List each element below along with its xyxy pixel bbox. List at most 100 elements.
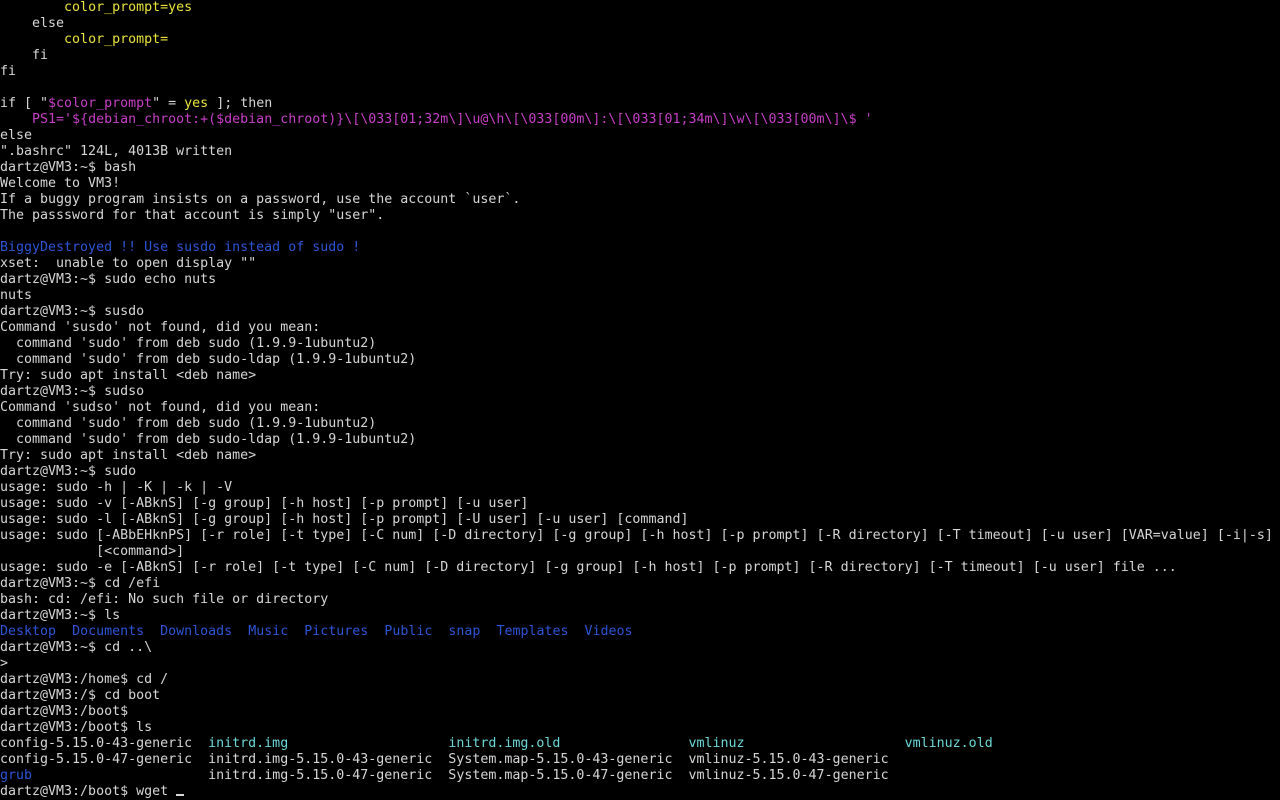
- terminal-line: Try: sudo apt install <deb name>: [0, 448, 1280, 464]
- terminal-line: dartz@VM3:~$ sudso: [0, 384, 1280, 400]
- terminal-text: Pictures: [304, 624, 369, 639]
- terminal-text: ".bashrc" 124L, 4013B written: [0, 144, 233, 159]
- terminal-text: usage: sudo -v [-ABknS] [-g group] [-h h…: [0, 496, 529, 511]
- terminal-text: nuts: [0, 288, 33, 303]
- terminal-text: Public: [384, 624, 433, 639]
- terminal-line: command 'sudo' from deb sudo (1.9.9-1ubu…: [0, 416, 1280, 432]
- terminal-line: usage: sudo -l [-ABknS] [-g group] [-h h…: [0, 512, 1280, 528]
- terminal-text: $color_prompt: [48, 96, 153, 111]
- terminal-text: Welcome to VM3!: [0, 176, 121, 191]
- terminal-text: dartz@VM3:/boot$: [0, 704, 129, 719]
- terminal-text: If a buggy program insists on a password…: [0, 192, 521, 207]
- terminal-text: dartz@VM3:~$ bash: [0, 160, 137, 175]
- terminal-line: dartz@VM3:~$ cd /efi: [0, 576, 1280, 592]
- terminal-text: >: [0, 656, 9, 671]
- terminal-line: bash: cd: /efi: No such file or director…: [0, 592, 1280, 608]
- terminal-line: dartz@VM3:~$ sudo echo nuts: [0, 272, 1280, 288]
- terminal-text: ]; then: [208, 96, 273, 111]
- terminal-text: Downloads: [160, 624, 233, 639]
- terminal-text: dartz@VM3:~$ ls: [0, 608, 121, 623]
- terminal-line: else: [0, 16, 1280, 32]
- terminal-text: dartz@VM3:/$ cd boot: [0, 688, 161, 703]
- terminal-line: command 'sudo' from deb sudo (1.9.9-1ubu…: [0, 336, 1280, 352]
- terminal-text: dartz@VM3:~$ susdo: [0, 304, 145, 319]
- terminal-line: Try: sudo apt install <deb name>: [0, 368, 1280, 384]
- terminal-text: command 'sudo' from deb sudo-ldap (1.9.9…: [0, 432, 417, 447]
- terminal-text: dartz@VM3:~$ cd ..\: [0, 640, 153, 655]
- terminal-text: command 'sudo' from deb sudo (1.9.9-1ubu…: [0, 416, 377, 431]
- terminal-line: color_prompt=: [0, 32, 1280, 48]
- terminal-line: command 'sudo' from deb sudo-ldap (1.9.9…: [0, 352, 1280, 368]
- terminal-text: initrd.img-5.15.0-47-generic System.map-…: [32, 768, 889, 783]
- terminal-line: fi: [0, 48, 1280, 64]
- terminal-text: Try: sudo apt install <deb name>: [0, 368, 257, 383]
- terminal-text: vmlinuz.old: [904, 736, 993, 751]
- terminal-line: nuts: [0, 288, 1280, 304]
- terminal-line: config-5.15.0-47-generic initrd.img-5.15…: [0, 752, 1280, 768]
- terminal-line: if [ "$color_prompt" = yes ]; then: [0, 96, 1280, 112]
- terminal-line: else: [0, 128, 1280, 144]
- terminal-text: usage: sudo [-ABbEHknPS] [-r role] [-t t…: [0, 528, 1273, 543]
- terminal-text: dartz@VM3:~$ sudo echo nuts: [0, 272, 217, 287]
- terminal-text: initrd.img: [208, 736, 289, 751]
- terminal-text: usage: sudo -e [-ABknS] [-r role] [-t ty…: [0, 560, 1177, 575]
- terminal-line: >: [0, 656, 1280, 672]
- terminal-text: Try: sudo apt install <deb name>: [0, 448, 257, 463]
- terminal-text: Music: [248, 624, 289, 639]
- terminal-text: yes: [184, 96, 209, 111]
- terminal-text: [<command>]: [0, 544, 185, 559]
- terminal-text: BiggyDestroyed !! Use susdo instead of s…: [0, 240, 361, 255]
- terminal-text: vmlinuz: [688, 736, 745, 751]
- terminal-line: usage: sudo -v [-ABknS] [-g group] [-h h…: [0, 496, 1280, 512]
- terminal-text: Desktop: [0, 624, 57, 639]
- terminal-text: " =: [152, 96, 185, 111]
- terminal-text: else: [0, 128, 33, 143]
- terminal-text: Command 'sudso' not found, did you mean:: [0, 400, 321, 415]
- terminal-text: config-5.15.0-43-generic: [0, 736, 209, 751]
- terminal-line: xset: unable to open display "": [0, 256, 1280, 272]
- terminal-line: dartz@VM3:/$ cd boot: [0, 688, 1280, 704]
- terminal-text: PS1='${debian_chroot:+($debian_chroot)}\…: [32, 112, 873, 127]
- terminal-text: Templates: [496, 624, 569, 639]
- terminal-line: The passsword for that account is simply…: [0, 208, 1280, 224]
- terminal-line: dartz@VM3:~$ susdo: [0, 304, 1280, 320]
- text-cursor: [176, 794, 185, 796]
- terminal-line: dartz@VM3:/boot$ wget: [0, 784, 1280, 800]
- terminal-text: dartz@VM3:/boot$ ls: [0, 720, 153, 735]
- terminal-line: dartz@VM3:/boot$ ls: [0, 720, 1280, 736]
- terminal-line: grub initrd.img-5.15.0-47-generic System…: [0, 768, 1280, 784]
- terminal-text: grub: [0, 768, 33, 783]
- terminal-text: Videos: [584, 624, 633, 639]
- terminal-line: Command 'susdo' not found, did you mean:: [0, 320, 1280, 336]
- terminal-line: config-5.15.0-43-generic initrd.img init…: [0, 736, 1280, 752]
- terminal-text: fi: [0, 48, 49, 63]
- terminal-line: dartz@VM3:~$ sudo: [0, 464, 1280, 480]
- terminal-text: initrd.img.old: [448, 736, 561, 751]
- terminal-text: The passsword for that account is simply…: [0, 208, 385, 223]
- terminal-line: [<command>]: [0, 544, 1280, 560]
- terminal-text: dartz@VM3:/home$ cd /: [0, 672, 169, 687]
- terminal-text: snap: [448, 624, 481, 639]
- terminal-text: usage: sudo -h | -K | -k | -V: [0, 480, 233, 495]
- terminal-window[interactable]: color_prompt=yes else color_prompt= fi fi…: [0, 0, 1280, 800]
- terminal-text: dartz@VM3:~$ sudo: [0, 464, 137, 479]
- terminal-line: Desktop Documents Downloads Music Pictur…: [0, 624, 1280, 640]
- terminal-text: Documents: [72, 624, 145, 639]
- terminal-text: config-5.15.0-47-generic initrd.img-5.15…: [0, 752, 889, 767]
- terminal-line: fi: [0, 64, 1280, 80]
- terminal-line: usage: sudo [-ABbEHknPS] [-r role] [-t t…: [0, 528, 1280, 544]
